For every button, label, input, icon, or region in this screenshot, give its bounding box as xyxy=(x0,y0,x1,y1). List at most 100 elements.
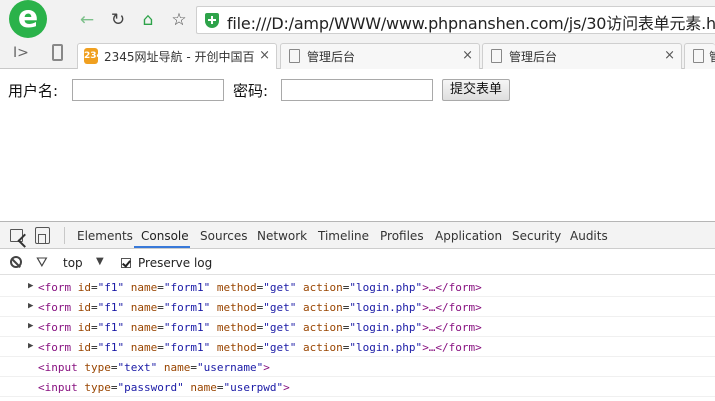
console-log-row[interactable]: ▶ <form id="f1" name="form1" method="get"… xyxy=(0,317,715,337)
attr-value: "f1" xyxy=(97,281,125,294)
devtools-panel: Elements Console Sources Network Timelin… xyxy=(0,221,715,401)
attr-name: action xyxy=(296,341,343,354)
back-arrow-icon[interactable]: ← xyxy=(76,9,98,31)
browser-toolbar: e ← ↻ ⌂ ☆ file:///D:/amp/WWW/www.phpnans… xyxy=(0,0,715,40)
log-element-code[interactable]: <form id="f1" name="form1" method="get" … xyxy=(38,321,482,334)
log-element-code[interactable]: <form id="f1" name="form1" method="get" … xyxy=(38,341,482,354)
tab-security[interactable]: Security xyxy=(512,229,561,243)
tag-close: >…</form> xyxy=(422,341,482,354)
expand-triangle-icon[interactable]: ▶ xyxy=(28,301,33,311)
log-element-code[interactable]: <input type="password" name="userpwd"> xyxy=(38,381,290,394)
tab-close-icon[interactable]: × xyxy=(664,48,675,63)
tag-close: > xyxy=(263,361,270,374)
inspect-element-icon[interactable] xyxy=(10,229,23,242)
divider xyxy=(64,227,65,244)
tag-close: > xyxy=(283,381,290,394)
browser-logo-icon[interactable]: e xyxy=(9,0,47,38)
expand-triangle-icon[interactable]: ▶ xyxy=(28,281,33,291)
site-2345-icon: 2345 xyxy=(84,48,109,64)
tab-admin-1[interactable]: 管理后台 × xyxy=(280,43,480,69)
attr-name: action xyxy=(296,301,343,314)
equals-sign: = xyxy=(157,321,164,334)
attr-name: action xyxy=(296,321,343,334)
equals-sign: = xyxy=(157,301,164,314)
console-toolbar: ⛛ top ▼ Preserve log xyxy=(0,250,715,275)
log-element-code[interactable]: <form id="f1" name="form1" method="get" … xyxy=(38,301,482,314)
attr-name: name xyxy=(183,381,217,394)
tab-label: 2345网址导航 - 开创中国百 xyxy=(104,50,254,64)
password-input[interactable] xyxy=(281,79,433,101)
device-toolbar-icon[interactable] xyxy=(35,227,50,244)
console-log-row[interactable]: ▶ <form id="f1" name="form1" method="get"… xyxy=(0,297,715,317)
console-log-row: <input type="password" name="userpwd"> xyxy=(0,377,715,397)
tab-elements[interactable]: Elements xyxy=(77,229,133,243)
tab-close-icon[interactable]: × xyxy=(259,48,270,63)
tab-timeline[interactable]: Timeline xyxy=(318,229,369,243)
console-log-row: <input type="text" name="username"> xyxy=(0,357,715,377)
tab-profiles[interactable]: Profiles xyxy=(380,229,424,243)
attr-value: "form1" xyxy=(163,321,211,334)
attr-value: "f1" xyxy=(97,321,125,334)
attr-value: "f1" xyxy=(97,341,125,354)
equals-sign: = xyxy=(110,361,118,374)
tab-partial[interactable]: 管 xyxy=(684,43,715,69)
attr-value: "get" xyxy=(263,281,297,294)
tab-close-icon[interactable]: × xyxy=(462,48,473,63)
attr-value: "get" xyxy=(263,321,297,334)
chevron-down-icon[interactable]: ▼ xyxy=(96,256,104,267)
expand-triangle-icon[interactable]: ▶ xyxy=(28,321,33,331)
sidebar-toggle-icon[interactable]: I> xyxy=(13,45,29,61)
attr-name: type xyxy=(77,381,111,394)
attr-value: "userpwd" xyxy=(223,381,284,394)
equals-sign: = xyxy=(91,301,98,314)
username-label: 用户名: xyxy=(8,82,59,100)
attr-name: id xyxy=(71,341,91,354)
tab-admin-2[interactable]: 管理后台 × xyxy=(482,43,682,69)
tab-audits[interactable]: Audits xyxy=(570,229,608,243)
context-selector[interactable]: top xyxy=(63,256,83,270)
tag-name: <form xyxy=(38,341,72,354)
submit-button[interactable]: 提交表单 xyxy=(442,79,510,101)
equals-sign: = xyxy=(91,341,98,354)
attr-name: method xyxy=(210,301,257,314)
preserve-log-label: Preserve log xyxy=(138,256,213,270)
expand-triangle-icon[interactable]: ▶ xyxy=(28,341,33,351)
equals-sign: = xyxy=(157,281,164,294)
phone-icon[interactable] xyxy=(52,44,63,61)
equals-sign: = xyxy=(91,281,98,294)
document-icon xyxy=(289,49,300,63)
home-icon[interactable]: ⌂ xyxy=(137,9,159,31)
attr-name: name xyxy=(124,281,158,294)
attr-value: "text" xyxy=(117,361,158,374)
star-icon[interactable]: ☆ xyxy=(168,9,190,31)
tab-network[interactable]: Network xyxy=(257,229,307,243)
attr-value: "form1" xyxy=(163,281,211,294)
attr-name: method xyxy=(210,341,257,354)
log-element-code[interactable]: <form id="f1" name="form1" method="get" … xyxy=(38,281,482,294)
attr-value: "login.php" xyxy=(349,341,423,354)
secure-shield-icon xyxy=(205,13,219,28)
tab-application[interactable]: Application xyxy=(435,229,502,243)
console-log-row[interactable]: ▶ <form id="f1" name="form1" method="get"… xyxy=(0,337,715,357)
log-element-code[interactable]: <input type="text" name="username"> xyxy=(38,361,270,374)
equals-sign: = xyxy=(157,341,164,354)
clear-console-icon[interactable] xyxy=(10,256,22,268)
attr-name: name xyxy=(157,361,191,374)
username-input[interactable] xyxy=(72,79,224,101)
attr-value: "get" xyxy=(263,301,297,314)
reload-icon[interactable]: ↻ xyxy=(107,9,129,31)
attr-value: "get" xyxy=(263,341,297,354)
address-bar[interactable]: file:///D:/amp/WWW/www.phpnanshen.com/js… xyxy=(196,6,715,34)
tab-sources[interactable]: Sources xyxy=(200,229,247,243)
attr-name: name xyxy=(124,341,158,354)
tab-console[interactable]: Console xyxy=(141,229,189,243)
tag-name: <form xyxy=(38,301,72,314)
filter-funnel-icon[interactable]: ⛛ xyxy=(36,255,48,271)
tab-2345[interactable]: 2345 2345网址导航 - 开创中国百 × xyxy=(77,43,277,69)
console-log-row[interactable]: ▶ <form id="f1" name="form1" method="get"… xyxy=(0,277,715,297)
equals-sign: = xyxy=(110,381,118,394)
preserve-log-checkbox[interactable] xyxy=(121,258,131,268)
tab-label: 管 xyxy=(709,48,715,65)
address-url[interactable]: file:///D:/amp/WWW/www.phpnanshen.com/js… xyxy=(227,10,715,34)
page-content: 用户名: 密码: 提交表单 xyxy=(0,70,715,220)
